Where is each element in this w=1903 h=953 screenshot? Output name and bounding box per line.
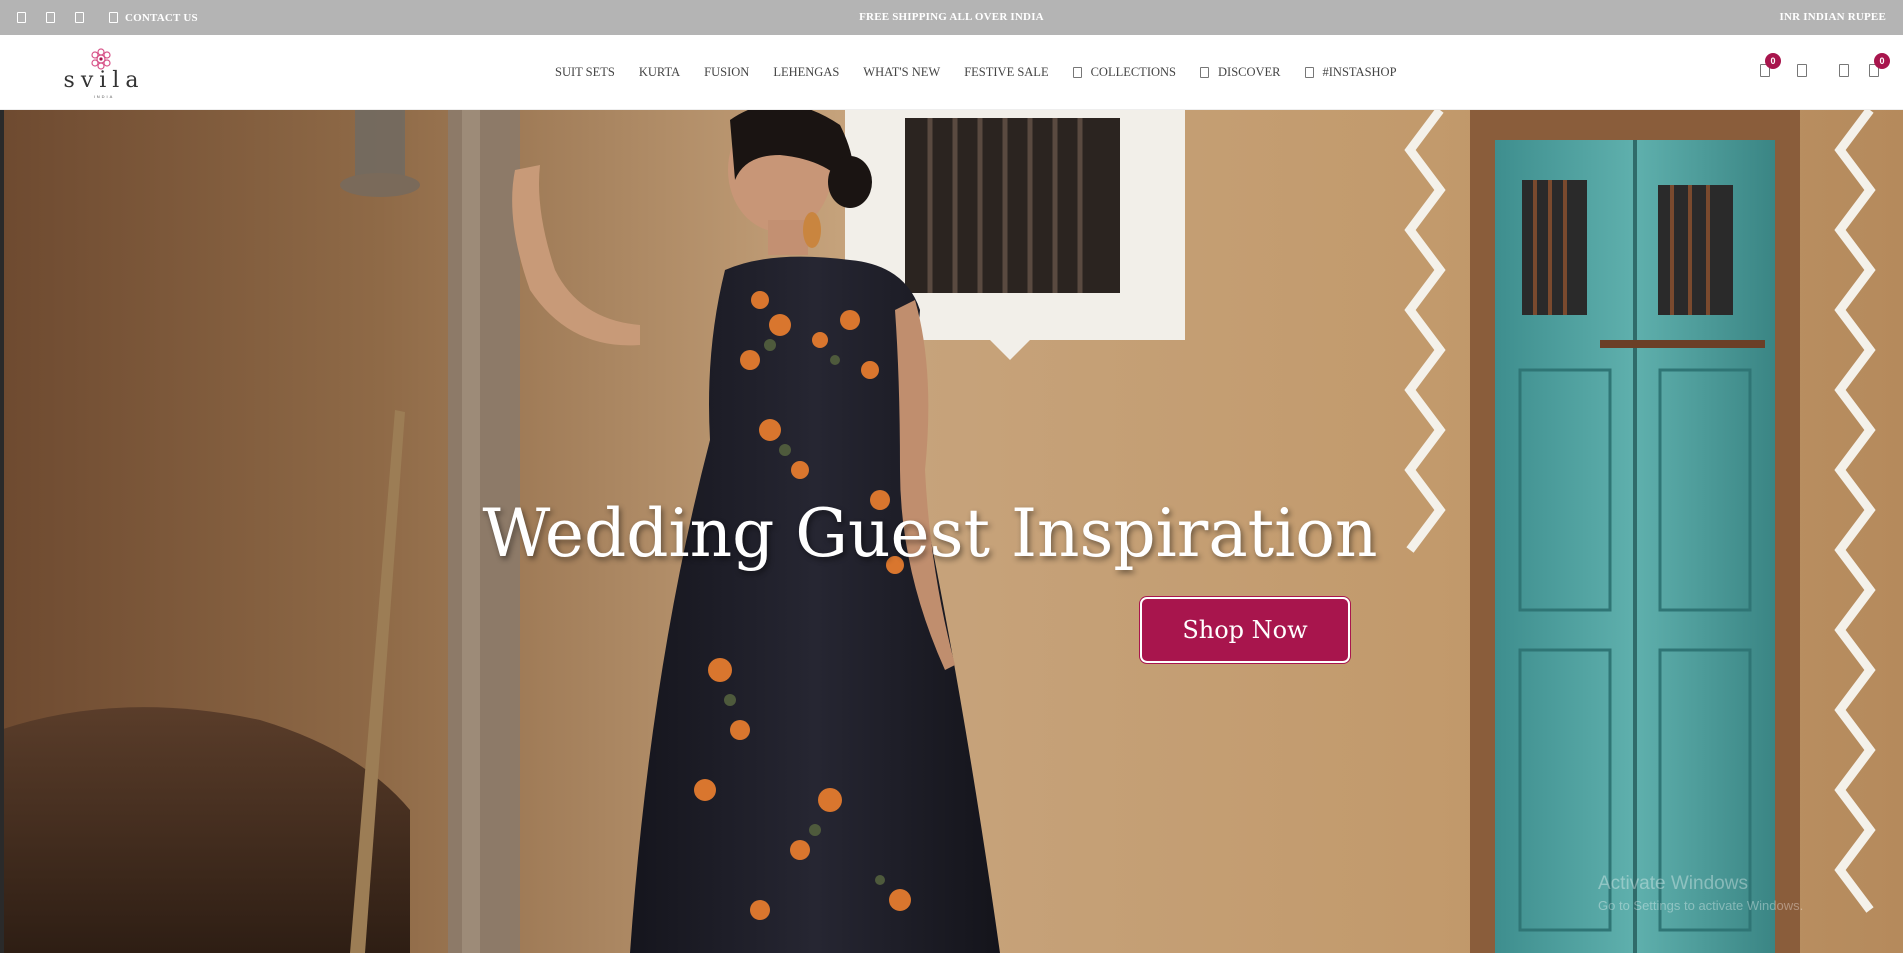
top-bar: CONTACT US FREE SHIPPING ALL OVER INDIA … (0, 0, 1903, 35)
activate-windows-watermark: Activate Windows Go to Settings to activ… (1598, 873, 1803, 913)
pinterest-icon[interactable] (72, 11, 86, 25)
nav-label: SUIT SETS (555, 65, 615, 79)
shipping-message: FREE SHIPPING ALL OVER INDIA (859, 11, 1044, 23)
wishlist-count-badge: 0 (1765, 53, 1781, 69)
currency-selector[interactable]: INR INDIAN RUPEE (1780, 11, 1887, 23)
nav-label: COLLECTIONS (1090, 65, 1176, 79)
logo[interactable]: svila INDIA (56, 48, 152, 99)
nav-label: #INSTASHOP (1322, 65, 1397, 79)
instagram-icon[interactable] (43, 11, 57, 25)
nav-label: WHAT'S NEW (863, 65, 941, 79)
cart-button[interactable]: 0 (1866, 53, 1890, 80)
nav-label: DISCOVER (1218, 65, 1281, 79)
logo-subtext: INDIA (93, 94, 115, 99)
site-header: svila INDIA SUIT SETS KURTA FUSION LEHEN… (0, 35, 1903, 110)
nav-label: LEHENGAS (773, 65, 840, 79)
cart-count-badge: 0 (1874, 53, 1890, 69)
phone-icon (106, 11, 120, 25)
watermark-line2: Go to Settings to activate Windows. (1598, 898, 1804, 913)
collections-icon (1072, 67, 1082, 78)
discover-icon (1200, 67, 1209, 78)
top-bar-left: CONTACT US (14, 0, 198, 35)
contact-us-link[interactable]: CONTACT US (106, 11, 198, 25)
nav-label: KURTA (638, 65, 681, 79)
nav-discover[interactable]: DISCOVER (1200, 65, 1281, 80)
search-button[interactable] (1836, 62, 1852, 80)
shop-now-button[interactable]: Shop Now (1140, 597, 1350, 663)
hero-title: Wedding Guest Inspiration (482, 495, 1378, 572)
watermark-line1: Activate Windows (1598, 873, 1748, 894)
nav-fusion[interactable]: FUSION (704, 65, 749, 80)
nav-kurta[interactable]: KURTA (639, 65, 680, 80)
instagram-icon (1304, 67, 1314, 78)
nav-festive-sale[interactable]: FESTIVE SALE (964, 65, 1048, 80)
nav-collections[interactable]: COLLECTIONS (1072, 65, 1176, 80)
facebook-icon[interactable] (14, 11, 28, 25)
nav-whats-new[interactable]: WHAT'S NEW (863, 65, 940, 80)
nav-label: FUSION (704, 65, 750, 79)
search-icon (1839, 64, 1849, 77)
nav-suit-sets[interactable]: SUIT SETS (555, 65, 615, 80)
main-nav: SUIT SETS KURTA FUSION LEHENGAS WHAT'S N… (555, 35, 1421, 110)
hero-banner[interactable]: Wedding Guest Inspiration Shop Now Activ… (0, 110, 1903, 953)
nav-label: FESTIVE SALE (964, 65, 1049, 79)
nav-instashop[interactable]: #INSTASHOP (1304, 65, 1397, 80)
nav-lehengas[interactable]: LEHENGAS (773, 65, 839, 80)
contact-us-label: CONTACT US (125, 11, 198, 24)
logo-text: svila (63, 68, 145, 93)
account-button[interactable] (1794, 62, 1810, 80)
logo-flower-icon (91, 48, 111, 70)
wishlist-button[interactable]: 0 (1757, 53, 1781, 80)
user-icon (1797, 64, 1807, 77)
